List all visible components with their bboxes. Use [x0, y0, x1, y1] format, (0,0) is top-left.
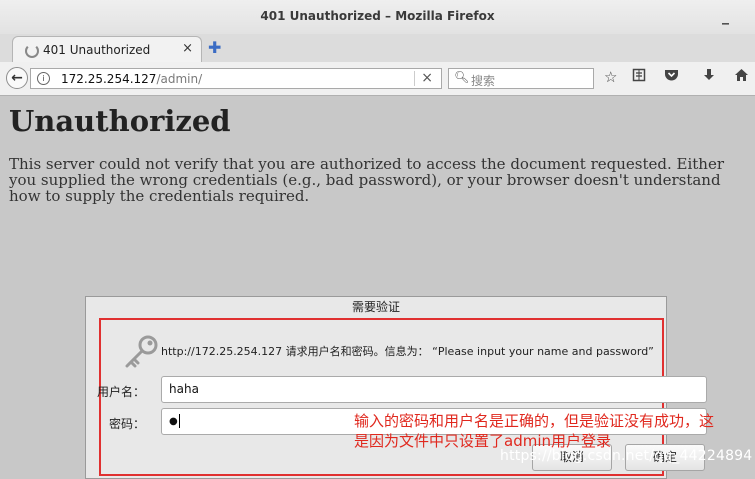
tab-label: 401 Unauthorized [43, 43, 151, 57]
new-tab-icon[interactable]: ✚ [208, 38, 221, 57]
username-label: 用户名： [96, 385, 145, 399]
star-icon[interactable]: ☆ [604, 68, 617, 86]
url-text: 172.25.254.127/admin/ [61, 72, 202, 86]
username-value: haha [169, 382, 199, 396]
home-icon[interactable] [734, 68, 749, 86]
reading-list-icon[interactable] [632, 68, 646, 86]
page-title: Unauthorized [9, 104, 231, 138]
key-icon [125, 335, 158, 368]
search-icon: 🔍︎ [454, 70, 470, 84]
password-value: ● [169, 416, 178, 427]
annotation-note: 输入的密码和用户名是正确的，但是验证没有成功，这 是因为文件中只设置了admin… [354, 411, 749, 451]
page-body-text: This server could not verify that you ar… [9, 155, 724, 205]
back-button[interactable]: ← [6, 67, 28, 89]
text-caret [178, 414, 180, 428]
annotation-line-1: 输入的密码和用户名是正确的，但是验证没有成功，这 [354, 412, 715, 430]
minimize-button[interactable]: _ [722, 9, 729, 25]
username-input[interactable]: haha [161, 376, 707, 403]
window-titlebar: 401 Unauthorized – Mozilla Firefox _ [0, 0, 755, 35]
loading-icon [25, 44, 39, 58]
url-bar[interactable]: i 172.25.254.127/admin/ × [30, 68, 442, 89]
dialog-title: 需要验证 [351, 300, 400, 314]
watermark: https://blog.csdn.net/qq_44224894 [500, 448, 753, 464]
tab-bar: 401 Unauthorized × [0, 34, 755, 62]
pocket-icon[interactable] [664, 68, 679, 86]
tab-close-icon[interactable]: × [182, 41, 193, 56]
url-host: 172.25.254.127 [61, 72, 157, 86]
search-input[interactable]: 搜索 [471, 72, 495, 89]
page-content: Unauthorized This server could not verif… [0, 96, 755, 479]
search-bar[interactable]: 🔍︎ 搜索 [448, 68, 594, 89]
window-title: 401 Unauthorized – Mozilla Firefox [260, 9, 495, 23]
download-icon[interactable] [702, 68, 716, 86]
info-icon[interactable]: i [37, 72, 50, 85]
stop-icon[interactable]: × [421, 70, 433, 86]
dialog-message: http://172.25.254.127 请求用户名和密码。信息为： “Ple… [161, 345, 654, 358]
url-path: /admin/ [156, 72, 203, 86]
navigation-toolbar: ← i 172.25.254.127/admin/ × 🔍︎ 搜索 ☆ [0, 62, 755, 96]
url-separator [414, 71, 415, 86]
password-label: 密码： [108, 417, 145, 431]
tab-401-unauthorized[interactable]: 401 Unauthorized × [12, 36, 202, 62]
